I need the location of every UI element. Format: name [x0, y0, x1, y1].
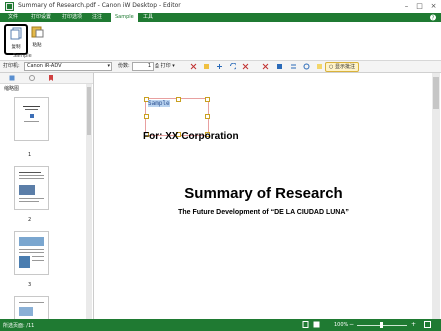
copy-label: 复制: [11, 45, 21, 50]
copy-icon: [10, 27, 21, 40]
minimize-button[interactable]: –: [400, 1, 413, 11]
tab-print-options[interactable]: 打印选项: [58, 13, 86, 22]
single-page-view-icon[interactable]: [302, 321, 309, 328]
menu-bar: 文件 打印设置 打印选项 注注 Sample 工具 ?: [0, 13, 441, 22]
cut-icon[interactable]: [190, 63, 197, 70]
window-title: Summary of Research.pdf - Canon iW Deskt…: [18, 2, 181, 9]
thumbnail-panel: 缩略图 1 2 3: [0, 73, 94, 320]
printer-label: 打印机:: [3, 63, 20, 69]
maximize-button[interactable]: □: [413, 1, 426, 11]
copy-button[interactable]: 复制: [4, 24, 28, 55]
print-label: 打印: [160, 63, 171, 69]
tab-file[interactable]: 文件: [4, 13, 22, 22]
document-scrollbar-thumb[interactable]: [433, 77, 439, 109]
page-number-label: 3: [28, 282, 32, 288]
show-comments-toggle[interactable]: ○ 显示批注: [325, 62, 359, 72]
zoom-in-icon[interactable]: +: [411, 321, 416, 328]
document-view: Sample For: XX Corporation Summary of Re…: [95, 73, 432, 319]
page-info: 所选页面: /11: [3, 323, 35, 329]
zoom-level: 100%: [334, 322, 349, 328]
bookmark-view-icon[interactable]: [48, 75, 54, 81]
copies-stepper[interactable]: 1: [132, 62, 154, 71]
page-thumbnail-2[interactable]: [14, 166, 49, 210]
continuous-view-icon[interactable]: [313, 321, 320, 328]
tab-tools[interactable]: 工具: [139, 13, 157, 22]
resize-handle[interactable]: [176, 97, 181, 102]
annotation-text[interactable]: Sample: [148, 100, 170, 107]
printer-value: Canon iR-ADV: [27, 63, 62, 69]
panel-scrollbar-thumb[interactable]: [87, 87, 91, 135]
printer-icon: ⎙: [155, 63, 160, 69]
delete-icon[interactable]: [242, 63, 249, 70]
page-thumbnail-4[interactable]: [14, 296, 49, 320]
resize-handle[interactable]: [205, 97, 210, 102]
ribbon-group-label: Sample: [13, 53, 32, 59]
ribbon: 复制 粘贴 Sample: [0, 22, 441, 61]
help-icon[interactable]: ?: [429, 14, 437, 21]
chevron-down-icon: ▾: [172, 63, 175, 69]
sticky-note-icon[interactable]: [316, 63, 323, 70]
zoom-out-icon[interactable]: −: [349, 321, 354, 328]
comment-icon: ○: [329, 64, 334, 70]
page-number-label: 1: [28, 152, 32, 158]
paste-label: 粘贴: [32, 43, 42, 48]
panel-scrollbar[interactable]: [86, 84, 92, 319]
undo-icon[interactable]: [229, 63, 236, 70]
company-line: For: XX Corporation: [143, 131, 239, 142]
fit-page-icon[interactable]: [424, 321, 431, 328]
document-title: Summary of Research: [184, 185, 343, 202]
close-button[interactable]: ×: [427, 1, 440, 11]
tab-print-settings[interactable]: 打印设置: [27, 13, 55, 22]
toolbar: 打印机: Canon iR-ADV ▾ 份数: 1 ⎙ 打印 ▾ ○ 显示批注: [0, 61, 441, 73]
zoom-slider-handle[interactable]: [380, 322, 383, 328]
split-icon[interactable]: [262, 63, 269, 70]
panel-title: 缩略图: [4, 86, 20, 92]
page-thumbnail-1[interactable]: [14, 97, 49, 141]
move-icon[interactable]: [216, 63, 223, 70]
app-icon: [5, 2, 14, 11]
arrange-icon[interactable]: [290, 63, 297, 70]
printer-select[interactable]: Canon iR-ADV ▾: [24, 62, 112, 71]
print-button[interactable]: ⎙ 打印 ▾: [155, 61, 175, 72]
resize-handle[interactable]: [144, 114, 149, 119]
resize-handle[interactable]: [205, 114, 210, 119]
page-thumbnail-3[interactable]: [14, 231, 49, 275]
highlight-icon[interactable]: [203, 63, 210, 70]
chevron-down-icon: ▾: [107, 63, 110, 69]
thumbnail-view-icon[interactable]: [9, 75, 15, 81]
title-bar: Summary of Research.pdf - Canon iW Deskt…: [0, 0, 441, 14]
rotate-icon[interactable]: [303, 63, 310, 70]
comments-view-icon[interactable]: [29, 75, 35, 81]
paste-icon: [31, 26, 43, 38]
copies-value: 1: [147, 63, 151, 69]
paste-button[interactable]: 粘贴: [27, 24, 47, 51]
tab-sample[interactable]: Sample: [111, 13, 138, 22]
copies-label: 份数:: [118, 63, 130, 69]
page-number-label: 2: [28, 217, 32, 223]
tab-annotations[interactable]: 注注: [88, 13, 106, 22]
panel-tabs: [0, 73, 93, 84]
svg-text:?: ?: [432, 16, 435, 22]
document-subtitle: The Future Development of “DE LA CIUDAD …: [178, 209, 349, 216]
show-comments-label: 显示批注: [334, 64, 355, 70]
status-bar: 所选页面: /11 100% − +: [0, 319, 441, 331]
document-scrollbar[interactable]: [432, 73, 440, 319]
merge-icon[interactable]: [276, 63, 283, 70]
